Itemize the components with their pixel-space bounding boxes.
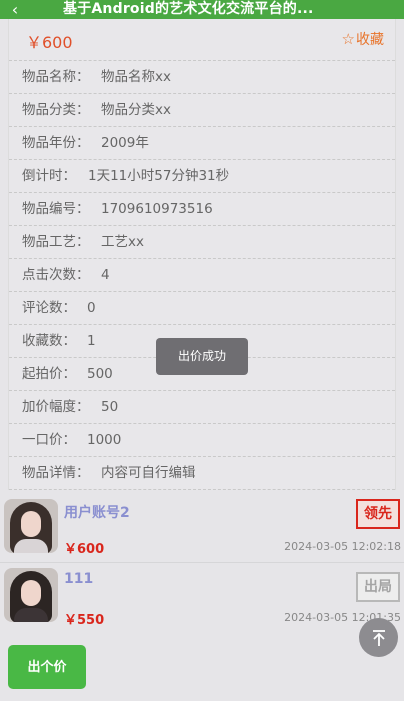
field-countdown: 倒计时： 1天11小时57分钟31秒: [9, 160, 395, 193]
field-value: 1: [87, 333, 96, 349]
page-title: 基于Android的艺术文化交流平台的...: [63, 1, 314, 17]
field-label: 加价幅度：: [22, 399, 90, 415]
star-outline-icon: ☆: [341, 30, 355, 48]
field-buyout-price: 一口价： 1000: [9, 424, 395, 457]
field-craft: 物品工艺： 工艺xx: [9, 226, 395, 259]
bid-time: 2024-03-05 12:02:18: [284, 540, 401, 553]
field-label: 物品工艺：: [22, 234, 90, 250]
field-value: 2009年: [101, 135, 149, 151]
field-value: 工艺xx: [101, 234, 144, 250]
field-label: 物品编号：: [22, 201, 90, 217]
field-label: 物品分类：: [22, 102, 90, 118]
field-value: 物品名称xx: [101, 69, 171, 85]
favorite-label: 收藏: [356, 32, 384, 48]
field-value: 50: [101, 399, 119, 415]
field-value: 0: [87, 300, 96, 316]
field-value: 1天11小时57分钟31秒: [88, 168, 230, 184]
bid-price: ￥550: [64, 613, 105, 628]
field-label: 点击次数：: [22, 267, 90, 283]
field-label: 一口价：: [22, 432, 76, 448]
field-category: 物品分类： 物品分类xx: [9, 94, 395, 127]
field-value: 500: [87, 366, 113, 382]
product-detail-card: ￥600 ☆ 收藏 物品名称： 物品名称xx 物品分类： 物品分类xx 物品年份…: [8, 19, 396, 490]
field-label: 倒计时：: [22, 168, 76, 184]
product-price: ￥600: [26, 33, 73, 52]
field-details: 物品详情： 内容可自行编辑: [9, 457, 395, 490]
field-label: 物品详情：: [22, 465, 90, 481]
avatar: [4, 499, 58, 553]
place-bid-button[interactable]: 出个价: [8, 645, 86, 689]
avatar: [4, 568, 58, 622]
field-label: 评论数：: [22, 300, 76, 316]
back-to-top-button[interactable]: [359, 618, 398, 657]
price-row: ￥600 ☆ 收藏: [9, 19, 395, 61]
field-label: 物品年份：: [22, 135, 90, 151]
field-label: 物品名称：: [22, 69, 90, 85]
field-number: 物品编号： 1709610973516: [9, 193, 395, 226]
favorite-button[interactable]: ☆ 收藏: [342, 29, 384, 49]
toast-message: 出价成功: [156, 338, 248, 375]
field-name: 物品名称： 物品名称xx: [9, 61, 395, 94]
arrow-up-icon: [372, 629, 385, 646]
bidder-name: 用户账号2: [64, 505, 130, 521]
field-label: 收藏数：: [22, 333, 76, 349]
field-value: 1000: [87, 432, 122, 448]
back-arrow-icon[interactable]: ‹: [0, 0, 30, 19]
bid-list-item: 用户账号2 ￥600 2024-03-05 12:02:18 领先: [0, 496, 404, 563]
bidder-name: 111: [64, 571, 94, 587]
field-year: 物品年份： 2009年: [9, 127, 395, 160]
field-label: 起拍价：: [22, 366, 76, 382]
app-header: ‹ 基于Android的艺术文化交流平台的...: [0, 0, 404, 19]
field-value: 4: [101, 267, 110, 283]
field-value: 物品分类xx: [101, 102, 171, 118]
bid-list-item: 111 ￥550 2024-03-05 12:01:35 出局: [0, 565, 404, 628]
field-comments: 评论数： 0: [9, 292, 395, 325]
field-clicks: 点击次数： 4: [9, 259, 395, 292]
bid-status-badge: 领先: [356, 499, 400, 529]
bid-price: ￥600: [64, 542, 105, 557]
field-increment: 加价幅度： 50: [9, 391, 395, 424]
field-value: 内容可自行编辑: [101, 465, 196, 481]
field-value: 1709610973516: [101, 201, 213, 217]
bid-status-badge: 出局: [356, 572, 400, 602]
